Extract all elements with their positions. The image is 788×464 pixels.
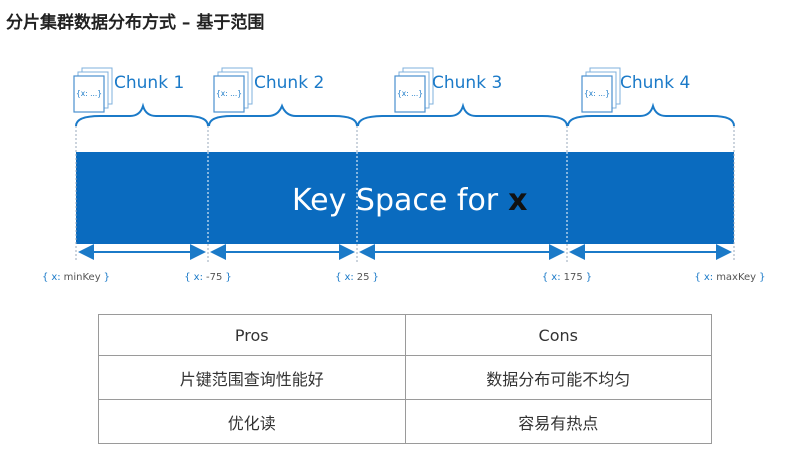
doc-text: {x: ...} bbox=[216, 89, 242, 98]
document-stack-icon: {x: ...} bbox=[581, 67, 621, 113]
chunk-label: Chunk 2 bbox=[254, 73, 324, 93]
table-cell: 优化读 bbox=[98, 399, 406, 444]
boundary-label: {x: -75} bbox=[184, 272, 231, 283]
chunk-2: {x: ...} Chunk 2 bbox=[208, 67, 358, 127]
chunk-brace bbox=[357, 102, 568, 127]
table-row: 片键范围查询性能好 数据分布可能不均匀 bbox=[98, 355, 712, 400]
chunk-label: Chunk 3 bbox=[432, 73, 502, 93]
header-pros: Pros bbox=[98, 314, 406, 356]
table-header-row: Pros Cons bbox=[98, 314, 712, 356]
range-sharding-diagram: {x: ...} Chunk 1 {x: ...} Chunk 2 {x: ..… bbox=[42, 67, 766, 283]
table-cell: 数据分布可能不均匀 bbox=[404, 355, 712, 400]
chunk-label: Chunk 4 bbox=[620, 73, 690, 93]
doc-text: {x: ...} bbox=[76, 89, 102, 98]
boundary-label-minkey: {x: minKey} bbox=[42, 272, 110, 283]
document-stack-icon: {x: ...} bbox=[213, 67, 253, 113]
chunk-3: {x: ...} Chunk 3 bbox=[357, 67, 568, 127]
chunk-label: Chunk 1 bbox=[114, 73, 184, 93]
chunk-1: {x: ...} Chunk 1 bbox=[73, 67, 209, 127]
table-row: 优化读 容易有热点 bbox=[98, 399, 712, 444]
table-cell: 片键范围查询性能好 bbox=[98, 355, 406, 400]
chunk-4: {x: ...} Chunk 4 bbox=[567, 67, 735, 127]
doc-text: {x: ...} bbox=[584, 89, 610, 98]
header-cons: Cons bbox=[404, 314, 712, 356]
doc-text: {x: ...} bbox=[397, 89, 423, 98]
keyspace-variable: x bbox=[508, 183, 527, 218]
table-cell: 容易有热点 bbox=[404, 399, 712, 444]
pros-cons-table: Pros Cons 片键范围查询性能好 数据分布可能不均匀 优化读 容易有热点 bbox=[98, 314, 712, 444]
keyspace-label: Key Space for x bbox=[292, 183, 528, 218]
boundary-label: {x: 175} bbox=[542, 272, 592, 283]
boundary-label-maxkey: {x: maxKey} bbox=[695, 272, 766, 283]
document-stack-icon: {x: ...} bbox=[73, 67, 113, 113]
document-stack-icon: {x: ...} bbox=[394, 67, 434, 113]
boundary-label: {x: 25} bbox=[335, 272, 379, 283]
